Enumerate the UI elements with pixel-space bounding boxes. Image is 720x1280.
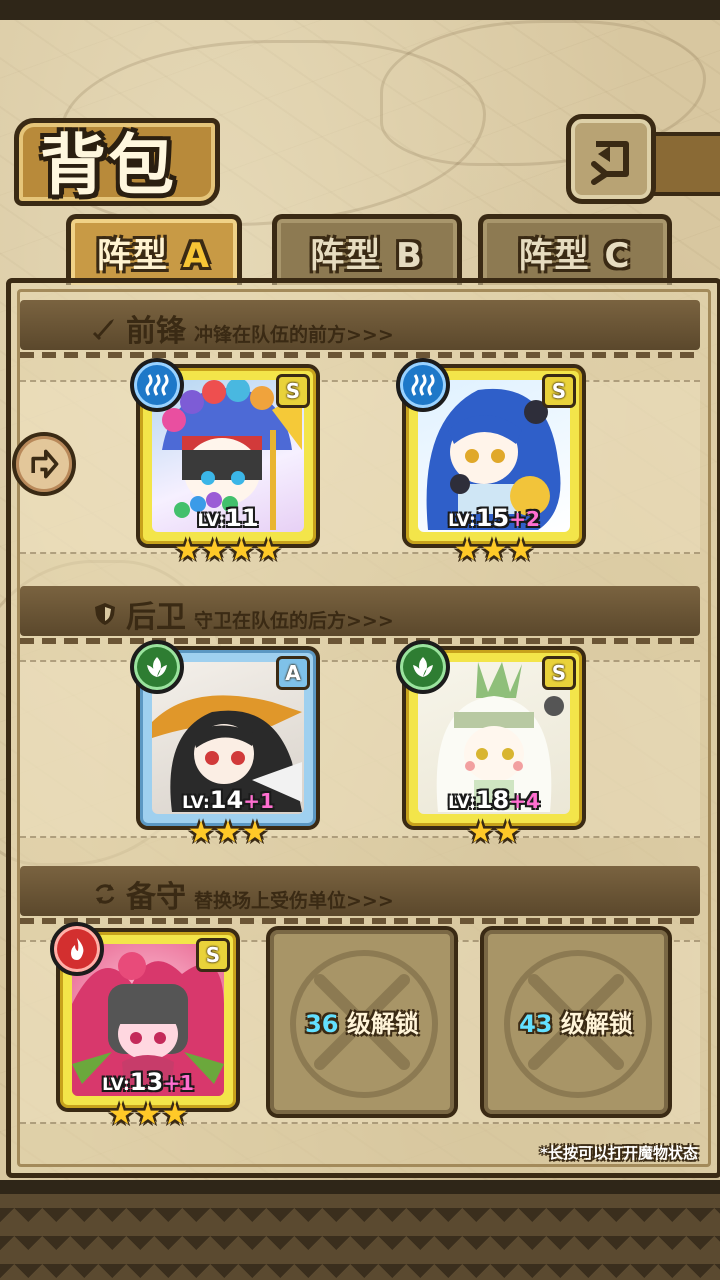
- star-rating: ★ ★ ★: [107, 1097, 189, 1132]
- level-label: LV:14+1: [182, 786, 274, 814]
- tab-formation-c[interactable]: 阵型 C: [478, 214, 672, 285]
- element-badge: [130, 640, 184, 694]
- rank-badge: S: [196, 938, 230, 972]
- unit-card-front-2[interactable]: S LV:15+2 ★ ★ ★: [396, 358, 586, 566]
- return-arrow-icon: [591, 141, 629, 185]
- level-label: LV:13+1: [102, 1068, 194, 1096]
- side-toggle-button[interactable]: [12, 432, 76, 496]
- fire-icon: [71, 938, 84, 960]
- sword-icon: [92, 319, 114, 341]
- section-name: 后卫: [126, 600, 186, 635]
- leaf-icon: [413, 657, 433, 677]
- level-label: LV:15+2: [448, 504, 540, 532]
- leaf-icon: [147, 657, 167, 677]
- section-desc: 替换场上受伤单位>>>: [194, 890, 394, 912]
- section-desc: 冲锋在队伍的前方>>>: [194, 324, 394, 346]
- swap-icon: [95, 884, 115, 904]
- tab-formation-a[interactable]: 阵型 A: [66, 214, 242, 285]
- tab-suffix: B: [395, 235, 424, 276]
- front-section-title: 前锋 冲锋在队伍的前方>>>: [92, 306, 394, 350]
- bottom-frame: [0, 1180, 720, 1280]
- locked-slot-1[interactable]: 36 级解锁: [266, 926, 458, 1118]
- back-section-title: 后卫 守卫在队伍的后方>>>: [92, 592, 394, 636]
- star-rating: ★ ★: [467, 815, 521, 850]
- level-label: LV:18+4: [448, 786, 540, 814]
- locked-slot-2[interactable]: 43 级解锁: [480, 926, 672, 1118]
- level-label: LV:11: [197, 504, 259, 532]
- star-rating: ★ ★ ★: [187, 815, 269, 850]
- unit-card-reserve-1[interactable]: S LV:13+1 ★ ★ ★: [50, 922, 240, 1130]
- section-name: 前锋: [126, 314, 186, 349]
- unit-card-back-2[interactable]: S LV:18+4 ★ ★: [396, 640, 586, 848]
- unit-card-front-1[interactable]: S LV:11 ★ ★ ★ ★: [130, 358, 320, 566]
- tab-suffix: C: [604, 235, 632, 276]
- back-row: [20, 660, 700, 838]
- front-row: [20, 380, 700, 554]
- water-icon: [145, 374, 169, 396]
- star-rating: ★ ★ ★: [453, 533, 535, 568]
- tab-label: 阵型: [310, 235, 383, 276]
- long-press-hint: *长按可以打开魔物状态: [540, 1144, 698, 1162]
- star-rating: ★ ★ ★ ★: [174, 533, 282, 568]
- rank-badge: S: [542, 656, 576, 690]
- tab-formation-b[interactable]: 阵型 B: [272, 214, 462, 285]
- section-desc: 守卫在队伍的后方>>>: [194, 610, 394, 632]
- unit-card-back-1[interactable]: A LV:14+1 ★ ★ ★: [130, 640, 320, 848]
- rank-badge: S: [276, 374, 310, 408]
- rank-badge: A: [276, 656, 310, 690]
- tab-label: 阵型: [96, 235, 169, 276]
- unlock-requirement: 43 级解锁: [519, 1010, 633, 1038]
- top-frame: [0, 0, 720, 20]
- section-name: 备守: [126, 880, 186, 915]
- element-badge: [130, 358, 184, 412]
- arrow-icon: [31, 449, 59, 479]
- element-badge: [50, 922, 104, 976]
- shield-icon: [95, 603, 115, 625]
- page-title: 背包: [40, 127, 176, 204]
- back-button[interactable]: [566, 114, 656, 204]
- element-badge: [396, 358, 450, 412]
- reserve-section-title: 备守 替换场上受伤单位>>>: [92, 872, 394, 916]
- tab-suffix: A: [182, 235, 212, 276]
- element-badge: [396, 640, 450, 694]
- tab-label: 阵型: [518, 235, 591, 276]
- water-icon: [411, 374, 435, 396]
- unlock-requirement: 36 级解锁: [305, 1010, 419, 1038]
- rank-badge: S: [542, 374, 576, 408]
